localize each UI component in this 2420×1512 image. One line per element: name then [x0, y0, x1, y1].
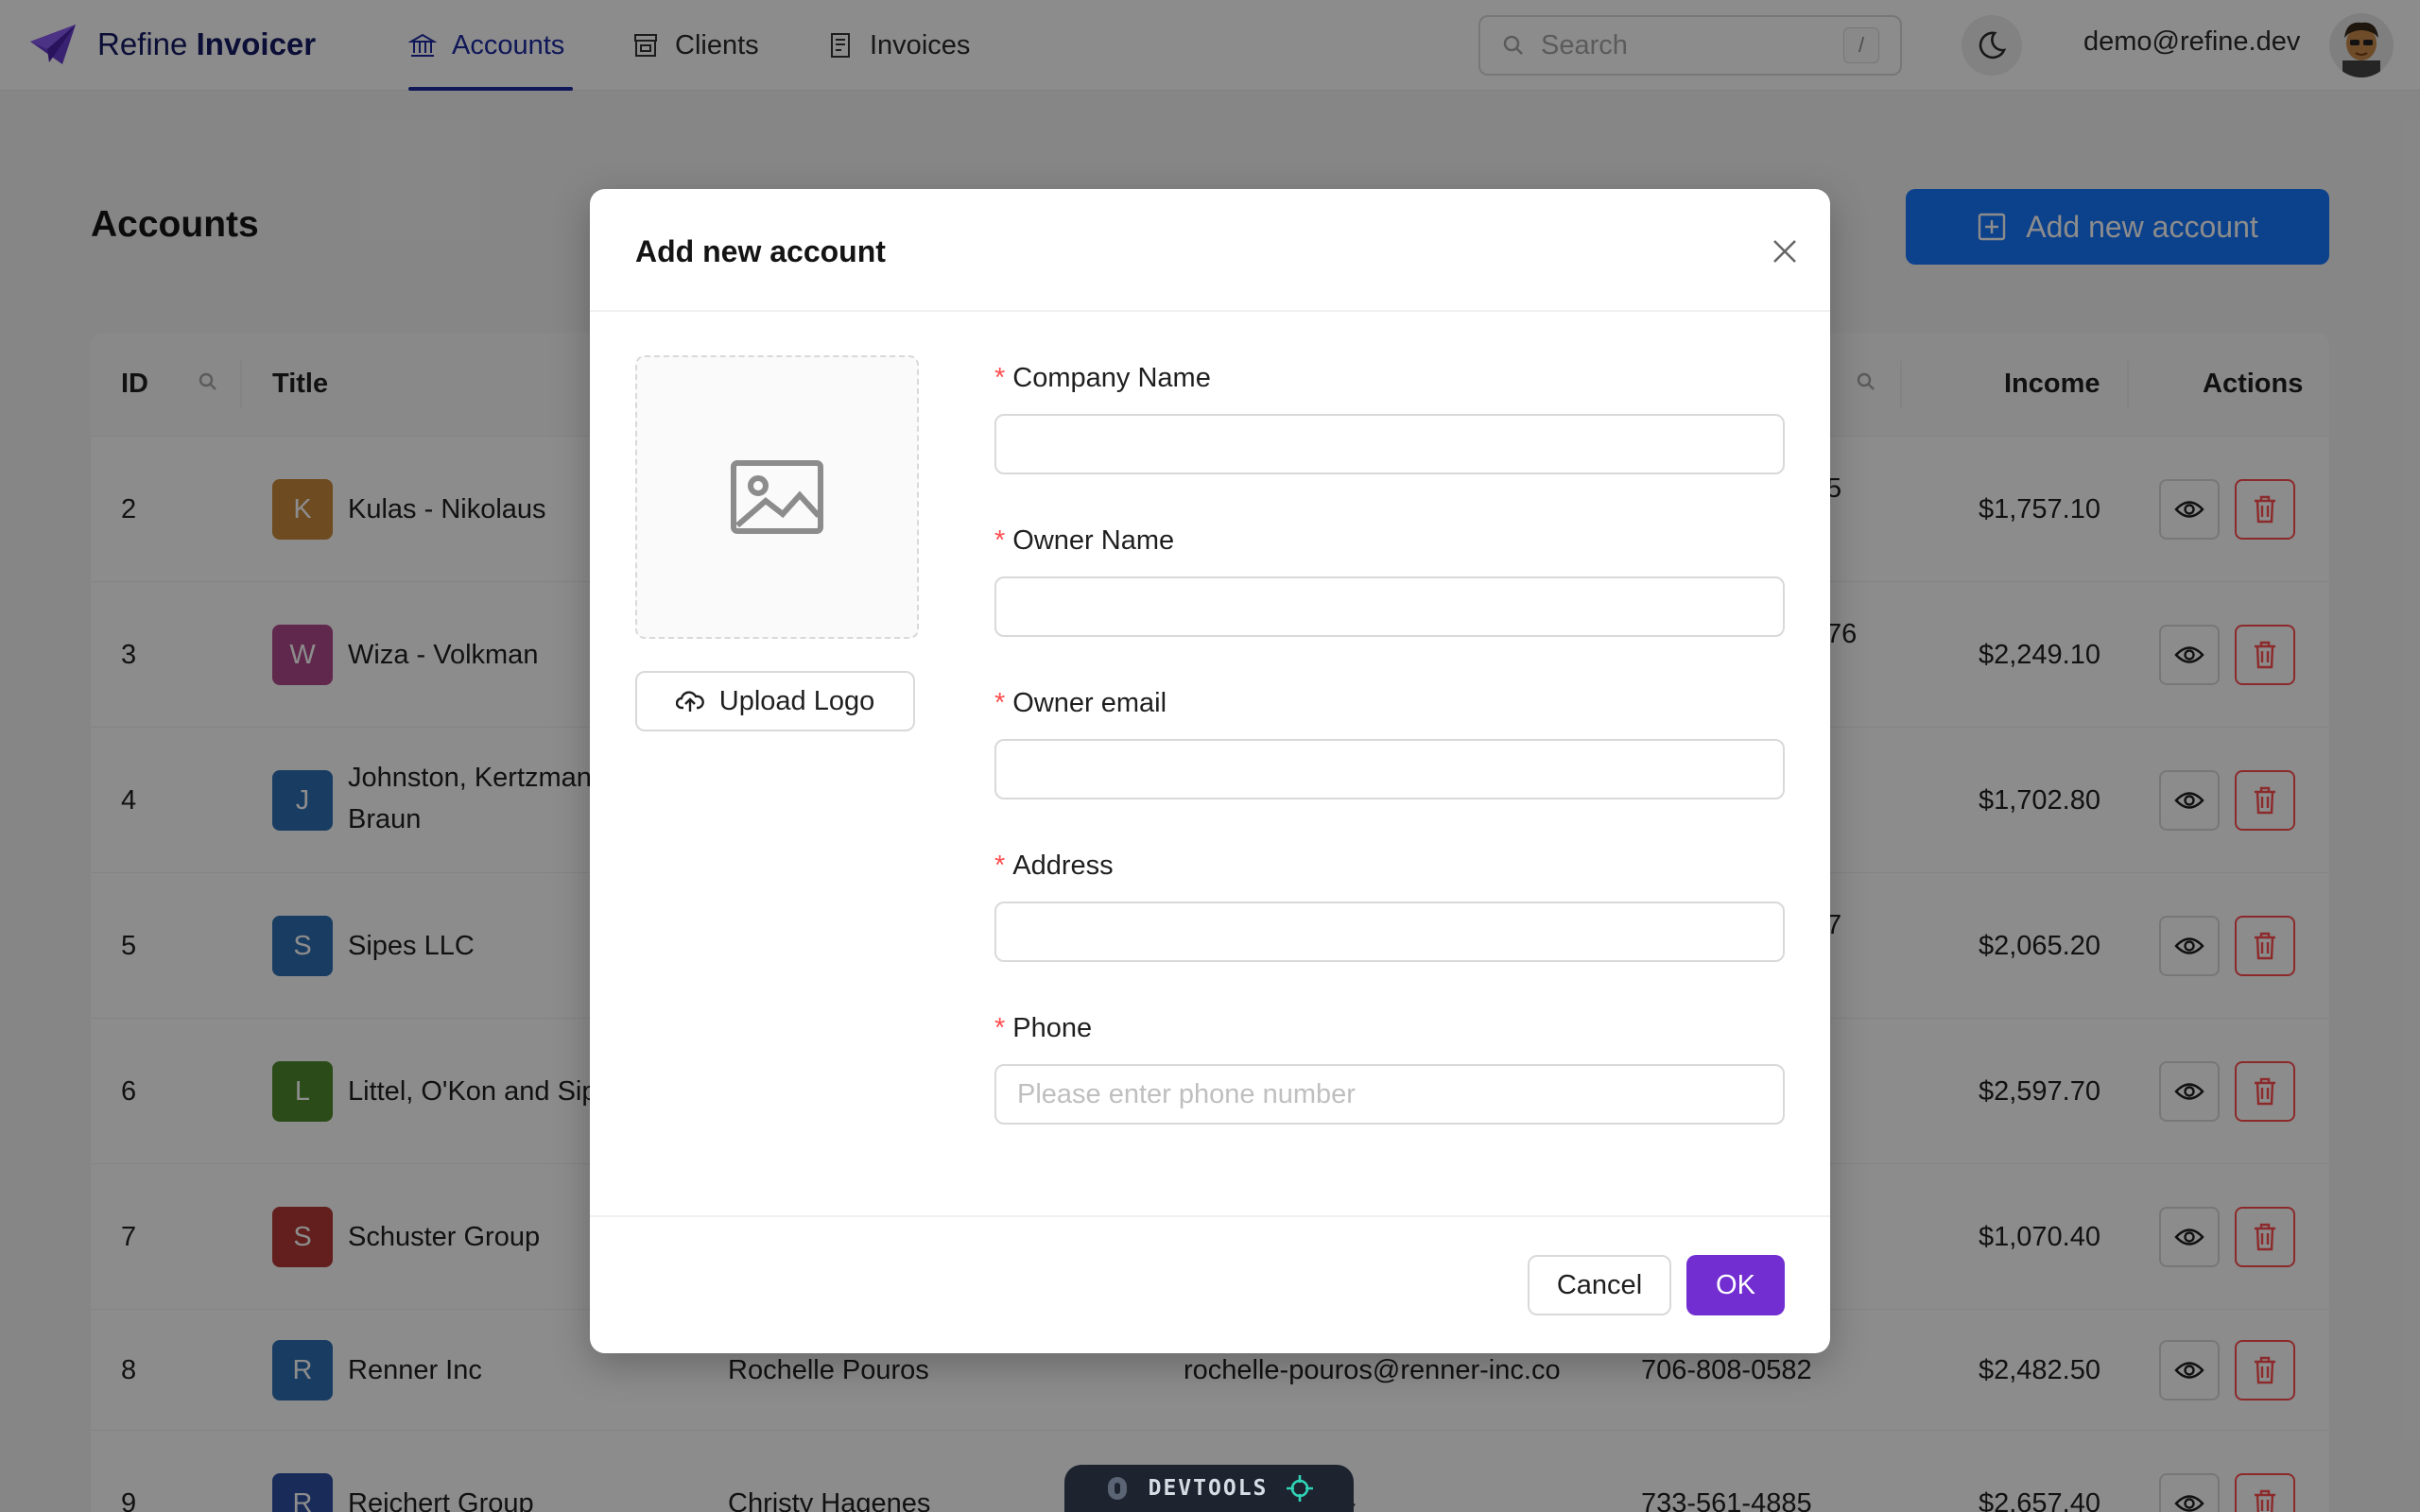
shield-icon [1107, 1477, 1127, 1500]
add-account-modal: Add new account Upload Logo * Company Nam… [590, 189, 1830, 1353]
devtools-tab[interactable]: DEVTOOLS [1064, 1465, 1354, 1512]
owner-name-field[interactable] [994, 576, 1785, 637]
address-field[interactable] [994, 902, 1785, 962]
upload-logo-label: Upload Logo [718, 685, 875, 716]
logo-preview[interactable] [635, 355, 919, 639]
modal-close-button[interactable] [1758, 225, 1811, 278]
ok-button[interactable]: OK [1686, 1255, 1785, 1315]
upload-logo-button[interactable]: Upload Logo [635, 671, 915, 731]
address-label: * Address [994, 850, 1114, 881]
owner-name-label: * Owner Name [994, 525, 1175, 556]
modal-title: Add new account [635, 234, 886, 268]
owner-email-field[interactable] [994, 739, 1785, 799]
cancel-button[interactable]: Cancel [1528, 1255, 1671, 1315]
devtools-label: DEVTOOLS [1148, 1476, 1269, 1501]
phone-label: * Phone [994, 1013, 1093, 1043]
company-name-label: * Company Name [994, 363, 1211, 393]
crosshair-icon [1287, 1475, 1314, 1502]
phone-field[interactable] [994, 1064, 1785, 1125]
image-placeholder-icon [731, 460, 823, 534]
close-icon [1773, 240, 1796, 263]
modal-header-divider [590, 310, 1830, 312]
cloud-upload-icon [675, 691, 704, 712]
owner-email-label: * Owner email [994, 688, 1167, 718]
modal-footer-divider [590, 1215, 1830, 1217]
company-name-field[interactable] [994, 414, 1785, 474]
